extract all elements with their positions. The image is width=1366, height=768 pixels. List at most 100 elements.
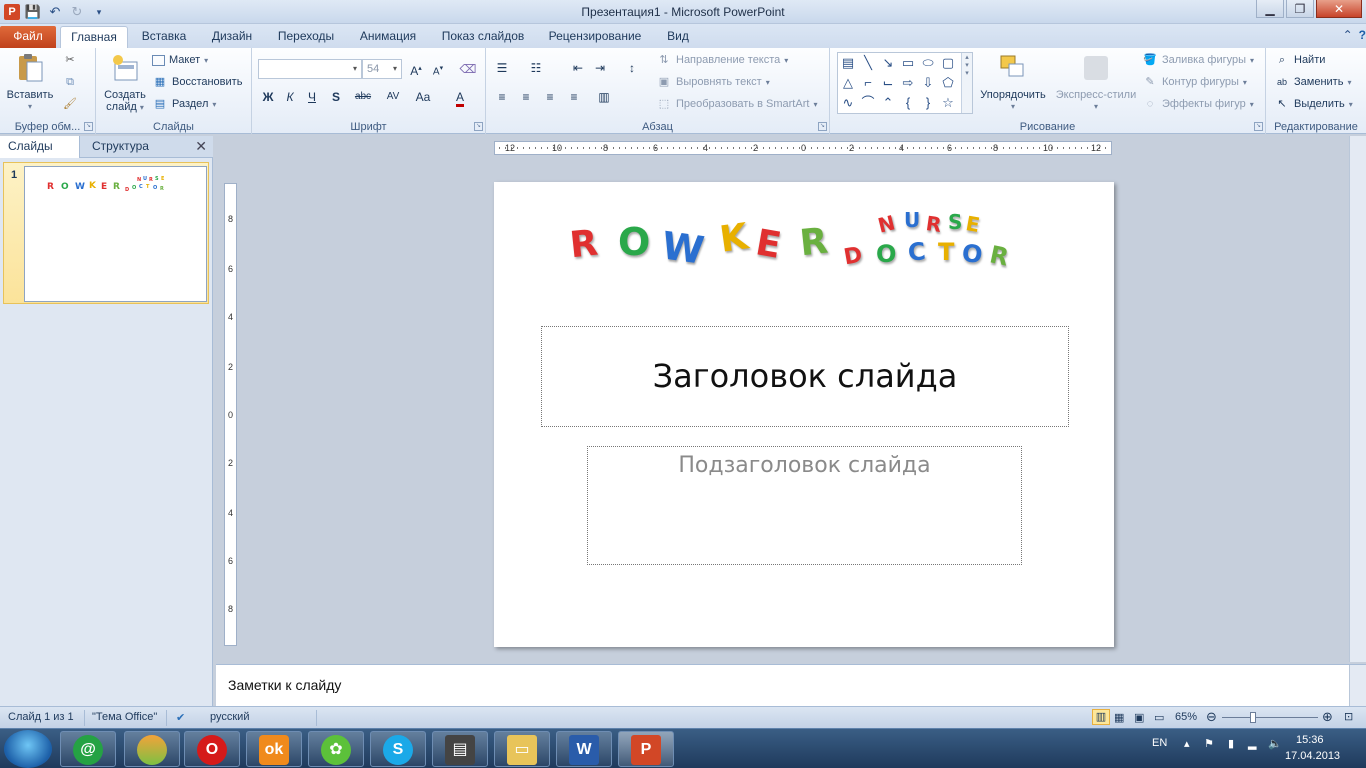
tab-design[interactable]: Дизайн [206, 26, 258, 48]
restore-icon[interactable]: ❐ [1286, 0, 1314, 18]
battery-icon[interactable]: ▮ [1228, 737, 1234, 750]
network-icon[interactable]: ▂ [1248, 737, 1256, 750]
arrange-button[interactable]: Упорядочить ▾ [978, 52, 1048, 113]
more-icon[interactable]: ▾ [962, 69, 972, 77]
tab-slides[interactable]: Слайды [0, 136, 80, 158]
section-button[interactable]: ▤ Раздел ▾ [152, 95, 217, 113]
pentagon-shape-icon[interactable]: ⬠ [939, 74, 957, 92]
new-slide-button[interactable]: Создать слайд ▾ [102, 52, 148, 114]
select-button[interactable]: ↖ Выделить ▾ [1274, 95, 1352, 113]
language[interactable]: русский [210, 711, 249, 723]
align-left-icon[interactable]: ≡ [492, 87, 512, 107]
minimize-ribbon-icon[interactable]: ⌃ [1343, 28, 1353, 42]
volume-icon[interactable]: 🔈 [1268, 737, 1282, 750]
copy-icon[interactable]: ⧉ [62, 74, 78, 90]
notes-scrollbar[interactable] [1349, 665, 1366, 707]
clear-formatting-icon[interactable]: ⌫ [458, 59, 478, 79]
clock-date[interactable]: 17.04.2013 [1285, 750, 1340, 762]
decrease-indent-icon[interactable]: ⇤ [568, 58, 588, 78]
curve-shape-icon[interactable]: ∿ [839, 94, 857, 112]
taskbar-opera[interactable]: O [184, 731, 240, 767]
clock-time[interactable]: 15:36 [1296, 734, 1324, 746]
zoom-level[interactable]: 65% [1175, 711, 1197, 723]
normal-view-icon[interactable]: ▥ [1092, 709, 1110, 725]
shape-fill-button[interactable]: 🪣 Заливка фигуры ▾ [1142, 51, 1254, 69]
editor-scrollbar[interactable] [1349, 136, 1366, 662]
align-text-button[interactable]: ▣ Выровнять текст ▾ [656, 73, 770, 91]
find-button[interactable]: ⌕ Найти [1274, 51, 1325, 69]
slide-thumbnail-item[interactable]: 1 ROW KER NURSE DOCTOR [3, 162, 209, 304]
taskbar-odnoklassniki[interactable]: ok [246, 731, 302, 767]
oval-shape-icon[interactable]: ⬭ [919, 54, 937, 72]
reading-view-icon[interactable]: ▣ [1134, 711, 1144, 724]
taskbar-app7[interactable]: ▤ [432, 731, 488, 767]
left-brace-icon[interactable]: { [899, 94, 917, 112]
font-size-select[interactable]: 54 ▾ [362, 59, 402, 79]
reset-button[interactable]: ▦ Восстановить [152, 73, 243, 91]
line-spacing-icon[interactable]: ↕ [622, 58, 642, 78]
subtitle-placeholder[interactable]: Подзаголовок слайда [587, 446, 1022, 565]
right-brace-icon[interactable]: } [919, 94, 937, 112]
down-arrow-shape-icon[interactable]: ⇩ [919, 74, 937, 92]
tab-view[interactable]: Вид [660, 26, 696, 48]
language-indicator[interactable]: EN [1152, 737, 1167, 749]
columns-icon[interactable]: ▥ [594, 87, 614, 107]
show-hidden-icons-icon[interactable]: ▴ [1184, 737, 1190, 750]
tab-outline[interactable]: Структура [84, 136, 157, 158]
taskbar-app2[interactable] [124, 731, 180, 767]
tab-animation[interactable]: Анимация [354, 26, 422, 48]
elbow-arrow-icon[interactable]: ⌙ [879, 74, 897, 92]
slide-thumbnail[interactable]: ROW KER NURSE DOCTOR [24, 166, 207, 302]
shapes-gallery[interactable]: ▤ ╲ ↘ ▭ ⬭ ▢ △ ⌐ ⌙ ⇨ ⇩ ⬠ ∿ ⌒ ⌃ { } ☆ ▴ ▾ ▾ [837, 52, 973, 114]
font-launcher-icon[interactable]: ↘ [474, 122, 483, 131]
slide-sorter-icon[interactable]: ▦ [1114, 711, 1124, 724]
horizontal-ruler[interactable]: 12 10 8 6 4 2 0 2 4 6 8 10 12 [494, 141, 1112, 155]
taskbar-word[interactable]: W [556, 731, 612, 767]
spellcheck-icon[interactable]: ✔ [176, 711, 185, 724]
notes-pane[interactable]: Заметки к слайду [216, 664, 1366, 707]
tab-home[interactable]: Главная [60, 26, 128, 48]
chevron-up-icon[interactable]: ▴ [962, 53, 972, 61]
paragraph-launcher-icon[interactable]: ↘ [818, 122, 827, 131]
char-spacing-icon[interactable]: AV [380, 87, 406, 107]
bullets-icon[interactable]: ☰ [492, 58, 512, 78]
title-placeholder[interactable]: Заголовок слайда [541, 326, 1069, 427]
change-case-icon[interactable]: Aa [410, 87, 436, 107]
close-icon[interactable]: ✕ [195, 138, 207, 155]
elbow-connector-icon[interactable]: ⌐ [859, 74, 877, 92]
taskbar-mail-agent[interactable]: @ [60, 731, 116, 767]
tab-review[interactable]: Рецензирование [544, 26, 646, 48]
triangle-shape-icon[interactable]: △ [839, 74, 857, 92]
format-painter-icon[interactable]: 🖌 [62, 96, 78, 112]
fit-to-window-icon[interactable]: ⊡ [1344, 710, 1353, 723]
strikethrough-icon[interactable]: abc [350, 87, 376, 107]
taskbar-explorer[interactable]: ▭ [494, 731, 550, 767]
underline-icon[interactable]: Ч [302, 87, 322, 107]
star-shape-icon[interactable]: ☆ [939, 94, 957, 112]
tab-slideshow[interactable]: Показ слайдов [436, 26, 530, 48]
smartart-button[interactable]: ⬚ Преобразовать в SmartArt ▾ [656, 95, 818, 113]
shape-outline-button[interactable]: ✎ Контур фигуры ▾ [1142, 73, 1247, 91]
line-shape-icon[interactable]: ╲ [859, 54, 877, 72]
tab-file[interactable]: Файл [0, 26, 56, 48]
increase-indent-icon[interactable]: ⇥ [590, 58, 610, 78]
rounded-rect-shape-icon[interactable]: ▢ [939, 54, 957, 72]
numbering-icon[interactable]: ☷ [526, 58, 546, 78]
tab-insert[interactable]: Вставка [136, 26, 192, 48]
windows-start-icon[interactable] [4, 730, 52, 768]
paste-button[interactable]: Вставить ▾ [4, 52, 56, 113]
tab-transitions[interactable]: Переходы [272, 26, 340, 48]
grow-font-icon[interactable]: A▴ [406, 59, 426, 79]
clipboard-launcher-icon[interactable]: ↘ [84, 122, 93, 131]
close-icon[interactable]: ✕ [1316, 0, 1362, 18]
justify-icon[interactable]: ≡ [564, 87, 584, 107]
zoom-slider-thumb[interactable] [1250, 712, 1256, 723]
font-family-select[interactable]: ▾ [258, 59, 362, 79]
slide-canvas[interactable]: R O W K E R N U R S E D O C T O R Заголо… [494, 182, 1114, 647]
chevron-down-icon[interactable]: ▾ [962, 61, 972, 69]
shrink-font-icon[interactable]: A▾ [428, 59, 448, 79]
zoom-out-icon[interactable]: ⊖ [1206, 709, 1217, 725]
vertical-ruler[interactable]: 8 6 4 2 0 2 4 6 8 [224, 183, 237, 646]
quick-styles-button[interactable]: Экспресс-стили ▾ [1052, 52, 1140, 113]
drawing-launcher-icon[interactable]: ↘ [1254, 122, 1263, 131]
